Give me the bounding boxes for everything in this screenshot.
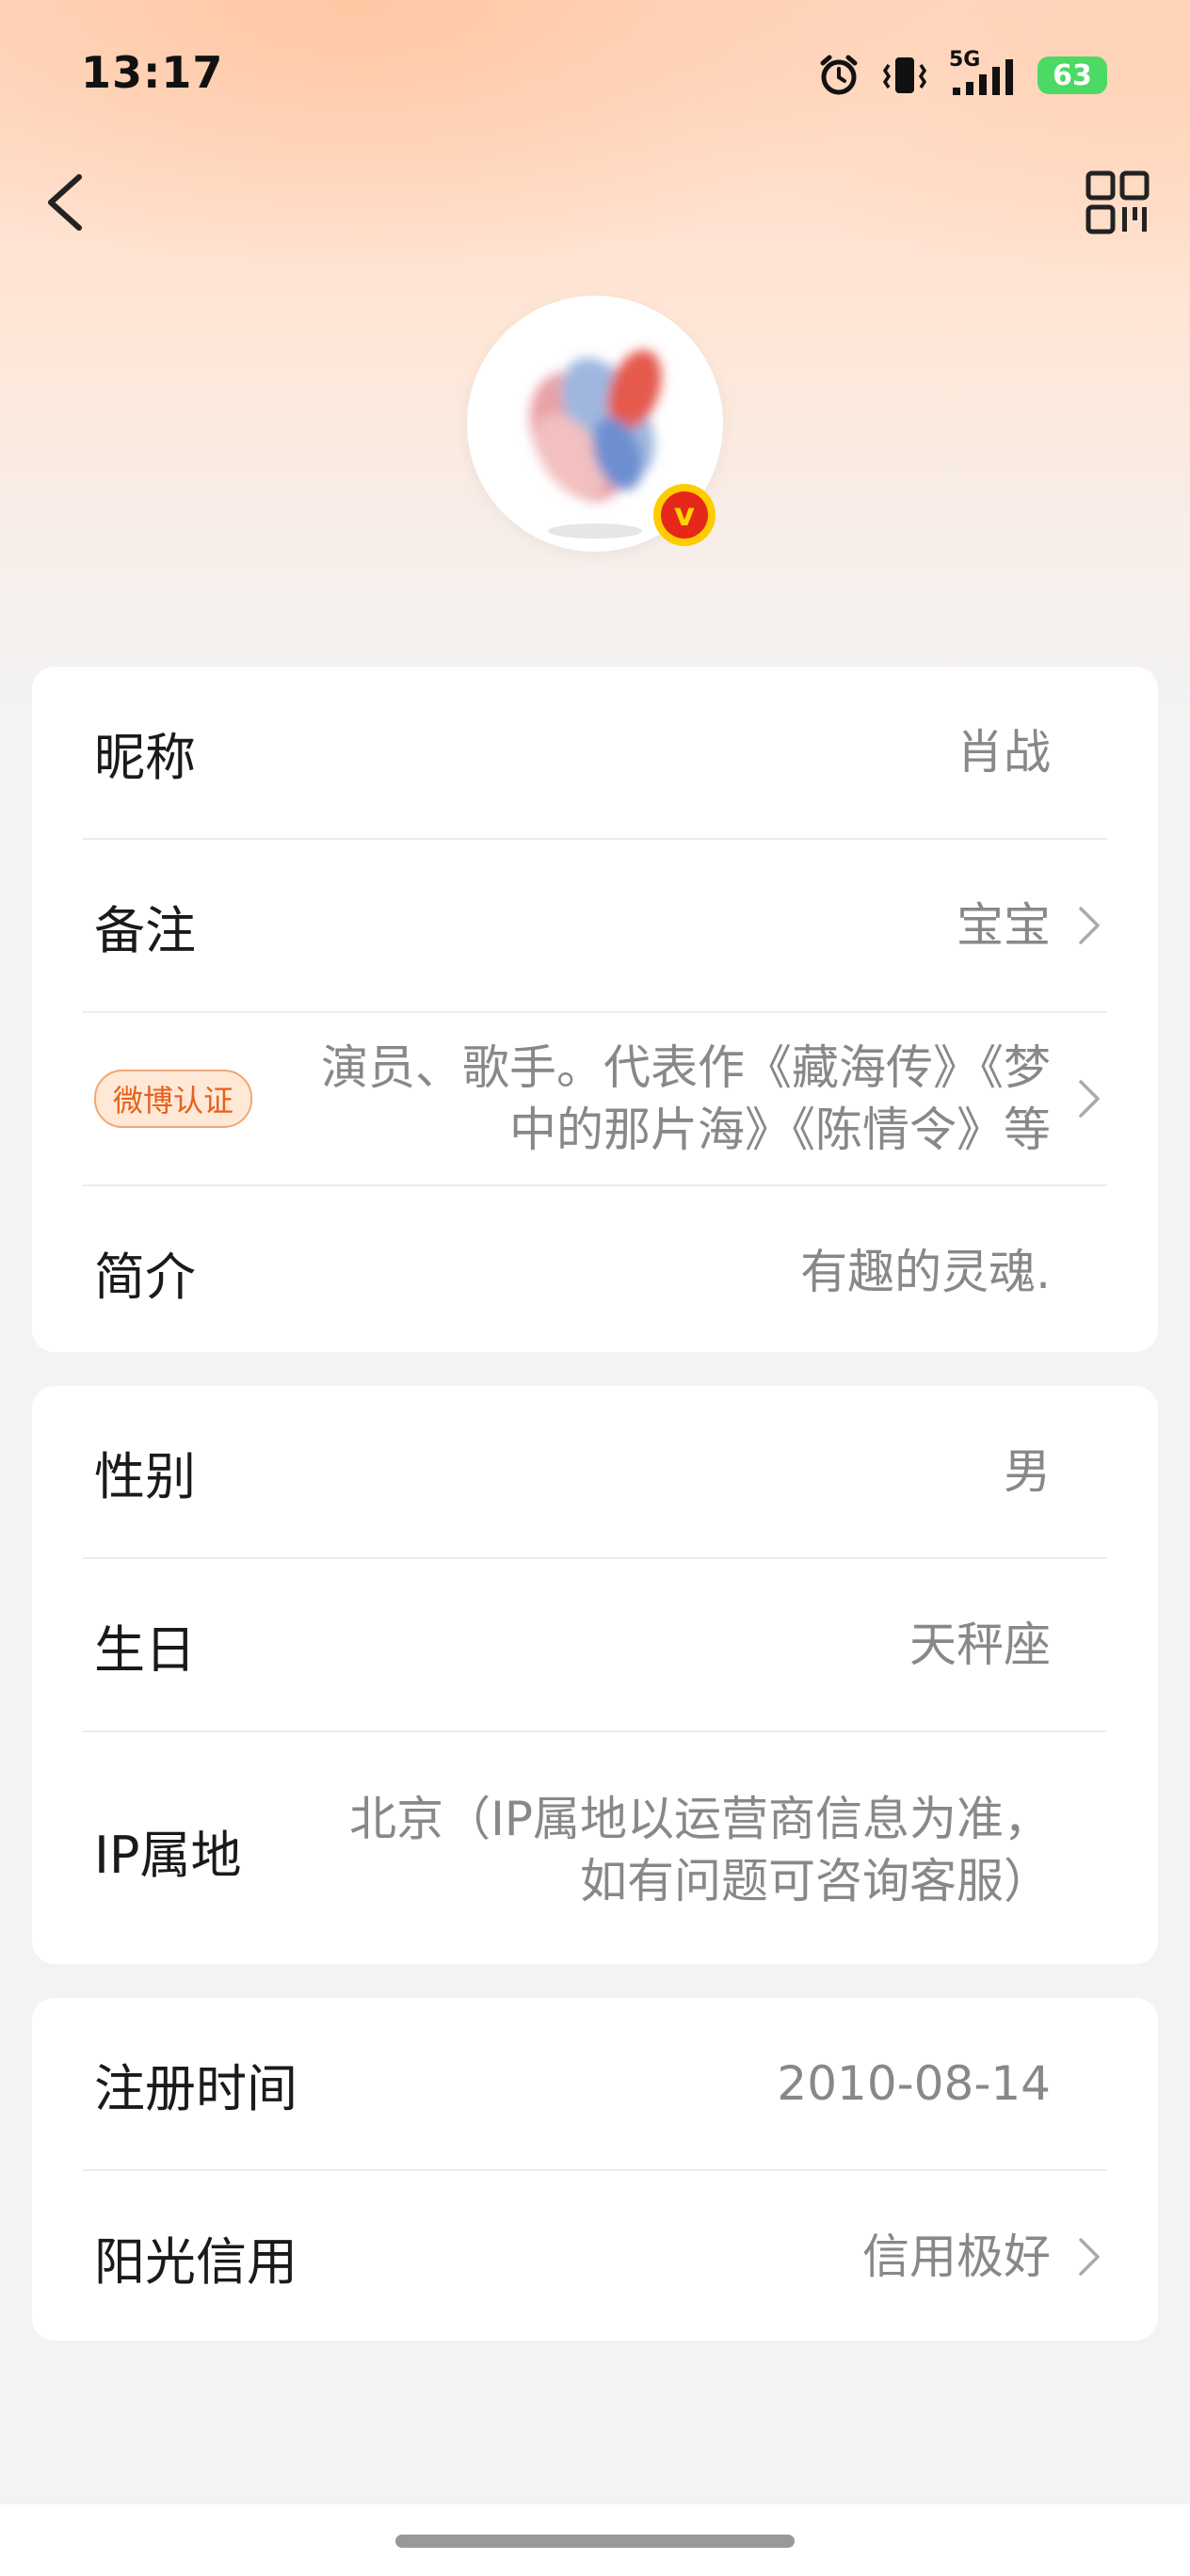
remark-row[interactable]: 备注 宝宝 [83,840,1107,1013]
sunshine-credit-row[interactable]: 阳光信用 信用极好 [83,2171,1107,2343]
ip-location-row: IP属地 北京（IP属地以运营商信息为准， 如有问题可咨询客服） [83,1732,1107,1968]
register-time-label: 注册时间 [94,2058,298,2118]
profile-info-card: 昵称 肖战 备注 宝宝 微博认证 演员、歌手。代表作《藏海传》《梦 中的那片海》… [32,667,1158,1352]
account-info-card: 注册时间 2010-08-14 阳光信用 信用极好 [32,1998,1158,2341]
vibrate-icon [882,57,927,93]
signal-5g-icon: 5G [949,48,1019,97]
register-time-row: 注册时间 2010-08-14 [83,1998,1107,2171]
qr-code-button[interactable] [1083,168,1152,237]
birthday-value: 天秤座 [909,1618,1051,1672]
sunshine-credit-label: 阳光信用 [94,2231,298,2292]
register-time-value: 2010-08-14 [777,2056,1051,2111]
verification-row[interactable]: 微博认证 演员、歌手。代表作《藏海传》《梦 中的那片海》《陈情令》等 [83,1013,1107,1186]
battery-indicator: 63 [1037,56,1107,94]
battery-level: 63 [1053,58,1092,92]
bio-value: 有趣的灵魂. [800,1245,1051,1299]
ip-location-line-1: 北京（IP属地以运营商信息为准， [349,1792,1051,1846]
nickname-value: 肖战 [957,725,1051,780]
ip-location-line-2: 如有问题可咨询客服） [580,1854,1051,1908]
gender-row: 性别 男 [83,1386,1107,1559]
ip-location-label: IP属地 [94,1825,242,1885]
back-button[interactable] [38,169,94,235]
remark-label: 备注 [94,900,196,960]
chevron-right-icon [1079,2238,1100,2276]
verification-line-2: 中的那片海》《陈情令》等 [509,1103,1051,1157]
sunshine-credit-value: 信用极好 [862,2230,1051,2284]
nickname-label: 昵称 [94,727,196,787]
avatar-container[interactable]: v [467,296,723,552]
ip-location-value: 北京（IP属地以运营商信息为准， 如有问题可咨询客服） [349,1788,1107,1912]
home-indicator[interactable] [395,2535,795,2548]
verified-badge-icon: v [653,484,716,546]
status-icons: 5G 63 [817,48,1107,98]
verification-line-1: 演员、歌手。代表作《藏海传》《梦 [321,1040,1051,1095]
personal-info-card: 性别 男 生日 天秤座 IP属地 北京（IP属地以运营商信息为准， 如有问题可咨… [32,1386,1158,1964]
gender-value: 男 [1004,1444,1051,1499]
chevron-right-icon [1079,907,1100,944]
chevron-right-icon [1079,1080,1100,1118]
birthday-row: 生日 天秤座 [83,1559,1107,1732]
alarm-icon [820,55,858,95]
status-time: 13:17 [81,47,224,98]
gender-label: 性别 [94,1446,196,1506]
weibo-verification-badge: 微博认证 [94,1070,253,1128]
bio-label: 简介 [94,1247,196,1307]
nickname-row: 昵称 肖战 [83,667,1107,840]
bio-row: 简介 有趣的灵魂. [83,1186,1107,1358]
verification-value: 演员、歌手。代表作《藏海传》《梦 中的那片海》《陈情令》等 [321,1037,1107,1161]
status-bar: 13:17 5G 63 [0,0,1190,151]
birthday-label: 生日 [94,1619,196,1680]
